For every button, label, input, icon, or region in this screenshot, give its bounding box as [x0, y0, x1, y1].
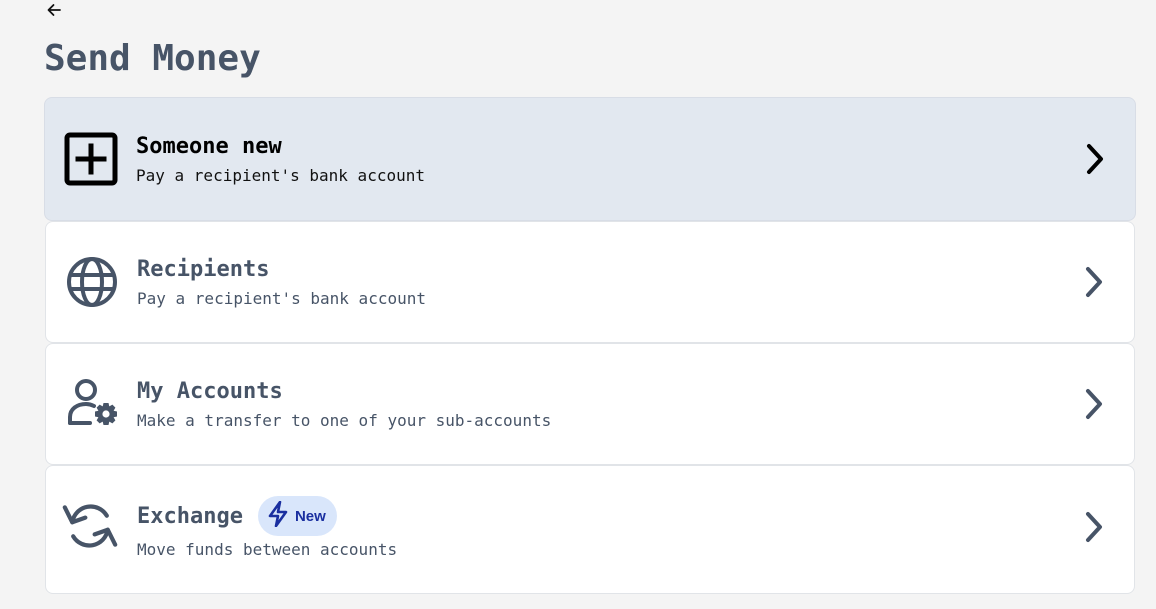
arrow-left-icon	[46, 2, 62, 22]
back-button[interactable]	[44, 2, 64, 22]
chevron-right-icon	[1083, 139, 1107, 179]
option-description: Move funds between accounts	[137, 540, 398, 559]
globe-icon	[64, 254, 120, 310]
option-description: Pay a recipient's bank account	[137, 289, 426, 308]
lightning-icon	[267, 500, 289, 531]
plus-square-icon	[63, 131, 119, 187]
option-my-accounts[interactable]: My Accounts Make a transfer to one of yo…	[45, 343, 1135, 465]
option-title: My Accounts	[137, 379, 283, 404]
new-badge: New	[257, 496, 337, 536]
option-recipients[interactable]: Recipients Pay a recipient's bank accoun…	[45, 221, 1135, 343]
option-title: Exchange	[137, 503, 243, 529]
send-options-list: Someone new Pay a recipient's bank accou…	[44, 97, 1136, 594]
option-title: Someone new	[136, 134, 282, 159]
badge-label: New	[294, 507, 326, 525]
send-money-page: Send Money Someone new Pay a recipient's…	[0, 0, 1156, 609]
user-settings-icon	[64, 376, 120, 432]
option-exchange[interactable]: Exchange New Move funds between accounts	[45, 465, 1135, 594]
page-title: Send Money	[44, 38, 261, 79]
option-someone-new[interactable]: Someone new Pay a recipient's bank accou…	[44, 97, 1136, 221]
chevron-right-icon	[1082, 262, 1106, 302]
option-title: Recipients	[137, 257, 270, 282]
refresh-icon	[62, 498, 118, 554]
option-description: Pay a recipient's bank account	[136, 166, 425, 185]
chevron-right-icon	[1082, 384, 1106, 424]
option-description: Make a transfer to one of your sub-accou…	[137, 411, 552, 430]
chevron-right-icon	[1082, 507, 1106, 547]
